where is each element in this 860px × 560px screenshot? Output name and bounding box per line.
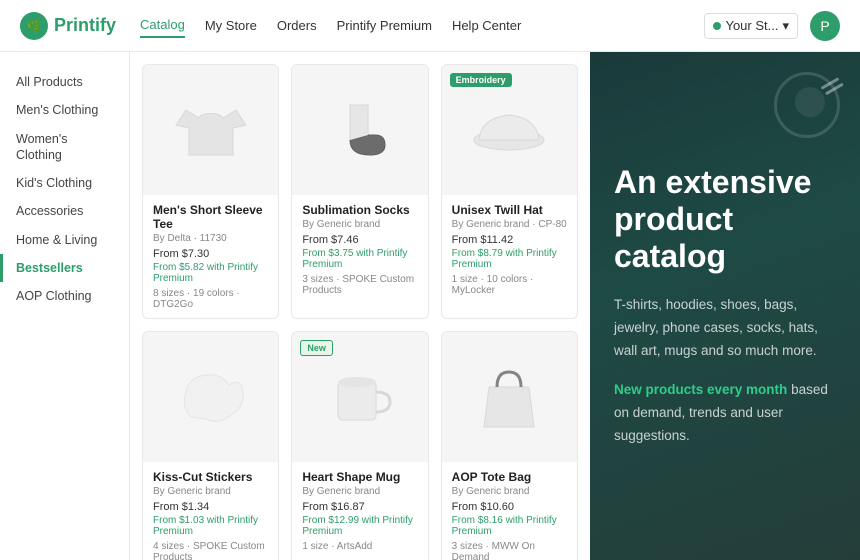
product-brand: By Delta · 11730 xyxy=(153,233,268,244)
product-brand: By Generic brand xyxy=(302,486,417,497)
decorative-lines xyxy=(820,82,840,98)
product-price: From $10.60 xyxy=(452,501,567,513)
header-right: Your St... ▾ P xyxy=(704,11,840,41)
product-name: Men's Short Sleeve Tee xyxy=(153,203,268,231)
store-status-dot xyxy=(713,22,721,30)
sidebar-item-bestsellers[interactable]: Bestsellers xyxy=(0,254,129,282)
nav-item-my-store[interactable]: My Store xyxy=(205,14,257,37)
logo-icon: 🌿 xyxy=(20,12,48,40)
product-price: From $16.87 xyxy=(302,501,417,513)
nav-item-orders[interactable]: Orders xyxy=(277,14,317,37)
product-image: Embroidery xyxy=(442,65,577,195)
product-name: Kiss-Cut Stickers xyxy=(153,470,268,484)
product-brand: By Generic brand xyxy=(153,486,268,497)
product-price: From $7.30 xyxy=(153,248,268,260)
product-meta: 1 size · ArtsAdd xyxy=(302,541,417,552)
product-list: Men's Short Sleeve Tee By Delta · 11730 … xyxy=(142,64,578,560)
sidebar-item-kid-s-clothing[interactable]: Kid's Clothing xyxy=(0,169,129,197)
product-info: Unisex Twill Hat By Generic brand · CP-8… xyxy=(442,195,577,304)
product-name: Sublimation Socks xyxy=(302,203,417,217)
product-name: AOP Tote Bag xyxy=(452,470,567,484)
sidebar-item-women-s-clothing[interactable]: Women's Clothing xyxy=(0,125,129,170)
logo[interactable]: 🌿 Printify xyxy=(20,12,116,40)
product-brand: By Generic brand xyxy=(302,219,417,230)
product-image: ✋ xyxy=(143,332,278,462)
product-price-premium: From $12.99 with Printify Premium xyxy=(302,515,417,537)
product-info: AOP Tote Bag By Generic brand From $10.6… xyxy=(442,462,577,560)
product-meta: 8 sizes · 19 colors · DTG2Go xyxy=(153,288,268,310)
logo-text: Printify xyxy=(54,15,116,36)
sidebar-item-men-s-clothing[interactable]: Men's Clothing xyxy=(0,96,129,124)
product-name: Heart Shape Mug xyxy=(302,470,417,484)
product-brand: By Generic brand · CP-80 xyxy=(452,219,567,230)
product-badge: Embroidery xyxy=(450,73,512,87)
left-panel: All ProductsMen's ClothingWomen's Clothi… xyxy=(0,52,590,560)
catalog-description: T-shirts, hoodies, shoes, bags, jewelry,… xyxy=(614,294,836,363)
product-card[interactable]: Men's Short Sleeve Tee By Delta · 11730 … xyxy=(142,64,279,319)
product-info: Sublimation Socks By Generic brand From … xyxy=(292,195,427,304)
user-avatar[interactable]: P xyxy=(810,11,840,41)
product-meta: 3 sizes · MWW On Demand xyxy=(452,541,567,560)
product-image xyxy=(143,65,278,195)
product-price: From $11.42 xyxy=(452,234,567,246)
product-image xyxy=(442,332,577,462)
catalog-title: An extensive product catalog xyxy=(614,164,836,274)
product-meta: 3 sizes · SPOKE Custom Products xyxy=(302,274,417,296)
header: 🌿 Printify Catalog My Store Orders Printify… xyxy=(0,0,860,52)
product-card[interactable]: ✋ Kiss-Cut Stickers By Generic brand Fro… xyxy=(142,331,279,560)
product-price-premium: From $8.16 with Printify Premium xyxy=(452,515,567,537)
product-image: New xyxy=(292,332,427,462)
right-panel: An extensive product catalog T-shirts, h… xyxy=(590,52,860,560)
product-card[interactable]: AOP Tote Bag By Generic brand From $10.6… xyxy=(441,331,578,560)
avatar-initial: P xyxy=(820,18,829,34)
new-products-highlight: New products every month xyxy=(614,382,787,397)
product-info: Heart Shape Mug By Generic brand From $1… xyxy=(292,462,427,560)
product-card[interactable]: New Heart Shape Mug By Generic brand Fro… xyxy=(291,331,428,560)
product-price: From $7.46 xyxy=(302,234,417,246)
product-price-premium: From $1.03 with Printify Premium xyxy=(153,515,268,537)
product-grid: Men's Short Sleeve Tee By Delta · 11730 … xyxy=(130,52,590,560)
product-price-premium: From $8.79 with Printify Premium xyxy=(452,248,567,270)
nav-item-printify-premium[interactable]: Printify Premium xyxy=(337,14,432,37)
sidebar: All ProductsMen's ClothingWomen's Clothi… xyxy=(0,52,130,560)
sidebar-item-home-&-living[interactable]: Home & Living xyxy=(0,226,129,254)
product-brand: By Generic brand xyxy=(452,486,567,497)
product-card[interactable]: Embroidery Unisex Twill Hat By Generic b… xyxy=(441,64,578,319)
product-meta: 4 sizes · SPOKE Custom Products xyxy=(153,541,268,560)
nav-item-help-center[interactable]: Help Center xyxy=(452,14,521,37)
chevron-down-icon: ▾ xyxy=(782,18,789,34)
main-content: All ProductsMen's ClothingWomen's Clothi… xyxy=(0,52,860,560)
product-card[interactable]: Sublimation Socks By Generic brand From … xyxy=(291,64,428,319)
store-selector[interactable]: Your St... ▾ xyxy=(704,13,798,39)
product-price-premium: From $5.82 with Printify Premium xyxy=(153,262,268,284)
sidebar-item-aop-clothing[interactable]: AOP Clothing xyxy=(0,282,129,310)
product-info: Men's Short Sleeve Tee By Delta · 11730 … xyxy=(143,195,278,318)
product-info: Kiss-Cut Stickers By Generic brand From … xyxy=(143,462,278,560)
product-badge: New xyxy=(300,340,333,356)
product-image xyxy=(292,65,427,195)
product-name: Unisex Twill Hat xyxy=(452,203,567,217)
product-meta: 1 size · 10 colors · MyLocker xyxy=(452,274,567,296)
nav-item-catalog[interactable]: Catalog xyxy=(140,13,185,38)
sidebar-item-all-products[interactable]: All Products xyxy=(0,68,129,96)
product-price-premium: From $3.75 with Printify Premium xyxy=(302,248,417,270)
product-price: From $1.34 xyxy=(153,501,268,513)
catalog-highlight-text: New products every month based on demand… xyxy=(614,379,836,448)
navigation: Catalog My Store Orders Printify Premium Hel… xyxy=(140,13,704,38)
sidebar-item-accessories[interactable]: Accessories xyxy=(0,197,129,225)
store-label: Your St... xyxy=(725,18,778,33)
